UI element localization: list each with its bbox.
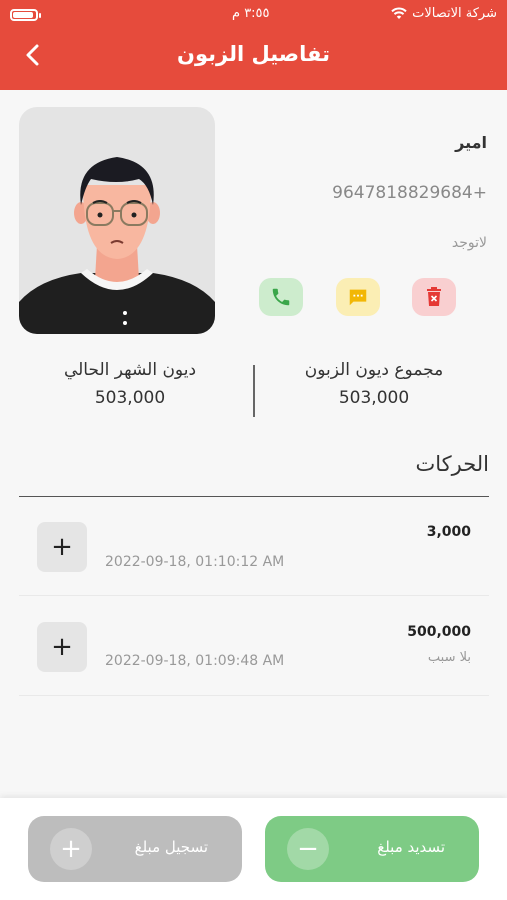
message-icon: [349, 289, 367, 306]
phone-icon: [272, 288, 290, 306]
message-button[interactable]: [336, 278, 380, 316]
call-button[interactable]: [259, 278, 303, 316]
customer-phone: 9647818829684+: [332, 183, 487, 203]
person-avatar-illustration: [19, 157, 215, 334]
section-title: الحركات: [415, 452, 489, 476]
battery-icon: [10, 9, 38, 21]
plus-icon: +: [50, 828, 92, 870]
total-debt: مجموع ديون الزبون 503,000: [264, 360, 484, 408]
plus-icon: +: [51, 632, 73, 662]
total-debt-value: 503,000: [338, 388, 410, 408]
transaction-reason: بلا سبب: [427, 650, 471, 665]
status-bar: ٣:٥٥ م شركة الاتصالات: [0, 4, 507, 24]
add-button[interactable]: +: [37, 622, 87, 672]
pay-amount-label: تسديد مبلغ: [377, 838, 445, 856]
carrier-name: شركة الاتصالات: [412, 6, 497, 21]
page-title: تفاصيل الزبون: [177, 42, 330, 66]
current-month-debt-label: ديون الشهر الحالي: [63, 360, 197, 380]
customer-note: لاتوجد: [451, 235, 487, 251]
delete-icon: [427, 287, 441, 306]
customer-name: امير: [455, 133, 487, 152]
avatar: [19, 107, 215, 334]
app-header: ٣:٥٥ م شركة الاتصالات تفاصيل الزبون: [0, 0, 507, 90]
record-amount-button[interactable]: + تسجيل مبلغ: [28, 816, 242, 882]
current-month-debt-value: 503,000: [94, 388, 166, 408]
delete-button[interactable]: [412, 278, 456, 316]
current-month-debt: ديون الشهر الحالي 503,000: [20, 360, 240, 408]
transaction-date: 2022-09-18, 01:09:48 AM: [105, 653, 285, 669]
bottom-action-bar: + تسجيل مبلغ − تسديد مبلغ: [0, 798, 507, 900]
transaction-row[interactable]: + 3,000 2022-09-18, 01:10:12 AM: [19, 498, 489, 596]
plus-icon: +: [51, 532, 73, 562]
add-button[interactable]: +: [37, 522, 87, 572]
section-divider: [19, 496, 489, 497]
transaction-date: 2022-09-18, 01:10:12 AM: [105, 554, 285, 570]
minus-icon: −: [287, 828, 329, 870]
transaction-amount: 3,000: [426, 524, 471, 540]
stats-divider: [253, 365, 255, 417]
transaction-row[interactable]: + 500,000 بلا سبب 2022-09-18, 01:09:48 A…: [19, 598, 489, 696]
wifi-icon: [391, 7, 407, 24]
record-amount-label: تسجيل مبلغ: [134, 838, 208, 856]
pay-amount-button[interactable]: − تسديد مبلغ: [265, 816, 479, 882]
transaction-amount: 500,000: [407, 624, 471, 640]
total-debt-label: مجموع ديون الزبون: [304, 360, 444, 380]
status-time: ٣:٥٥ م: [232, 6, 270, 21]
